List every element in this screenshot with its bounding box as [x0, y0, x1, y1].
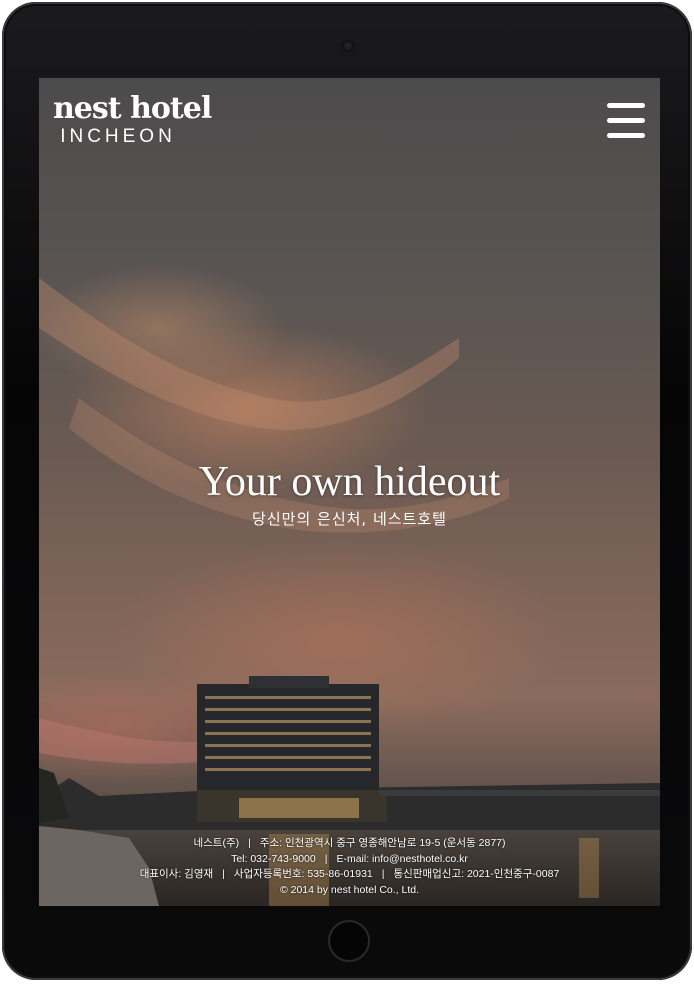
- footer-line-1: 네스트(주) | 주소: 인천광역시 중구 영종해안남로 19-5 (운서동 287…: [39, 836, 660, 852]
- tablet-frame: nest hotel INCHEON Your own hideout 당신만의…: [2, 2, 692, 980]
- logo-location: INCHEON: [60, 126, 176, 147]
- separator: |: [381, 868, 385, 880]
- email[interactable]: E-mail: info@nesthotel.co.kr: [336, 853, 467, 865]
- separator: |: [222, 868, 225, 880]
- logo-wordmark: nest hotel: [53, 91, 212, 126]
- mail-order-number: 통신판매업신고: 2021-인천중구-0087: [393, 868, 560, 880]
- front-camera-icon: [343, 41, 353, 51]
- footer-line-2: Tel: 032-743-9000 | E-mail: info@nesthotel…: [39, 852, 660, 868]
- screen: nest hotel INCHEON Your own hideout 당신만의…: [39, 78, 660, 906]
- hero-subtitle: 당신만의 은신처, 네스트호텔: [252, 510, 447, 528]
- ceo: 대표이사: 김영재: [139, 868, 214, 880]
- home-button[interactable]: [328, 920, 370, 962]
- footer-info: 네스트(주) | 주소: 인천광역시 중구 영종해안남로 19-5 (운서동 287…: [39, 836, 660, 898]
- hero-title: Your own hideout: [198, 459, 501, 505]
- telephone[interactable]: Tel: 032-743-9000: [231, 853, 316, 865]
- separator: |: [248, 837, 251, 849]
- menu-bar: [607, 133, 645, 138]
- menu-bar: [607, 103, 645, 108]
- hamburger-menu-icon[interactable]: [607, 103, 645, 145]
- hotel-logo[interactable]: nest hotel INCHEON: [53, 91, 212, 148]
- business-number: 사업자등록번호: 535-86-01931: [233, 868, 373, 880]
- company-name: 네스트(주): [193, 837, 240, 849]
- separator: |: [324, 852, 328, 865]
- menu-bar: [607, 118, 645, 123]
- copyright: © 2014 by nest hotel Co., Ltd.: [279, 883, 420, 896]
- address: 주소: 인천광역시 중구 영종해안남로 19-5 (운서동 2877): [259, 837, 506, 849]
- hero-text: Your own hideout 당신만의 은신처, 네스트호텔: [39, 458, 660, 530]
- footer-line-3: 대표이사: 김영재 | 사업자등록번호: 535-86-01931 | 통신판매업신고:…: [39, 867, 660, 883]
